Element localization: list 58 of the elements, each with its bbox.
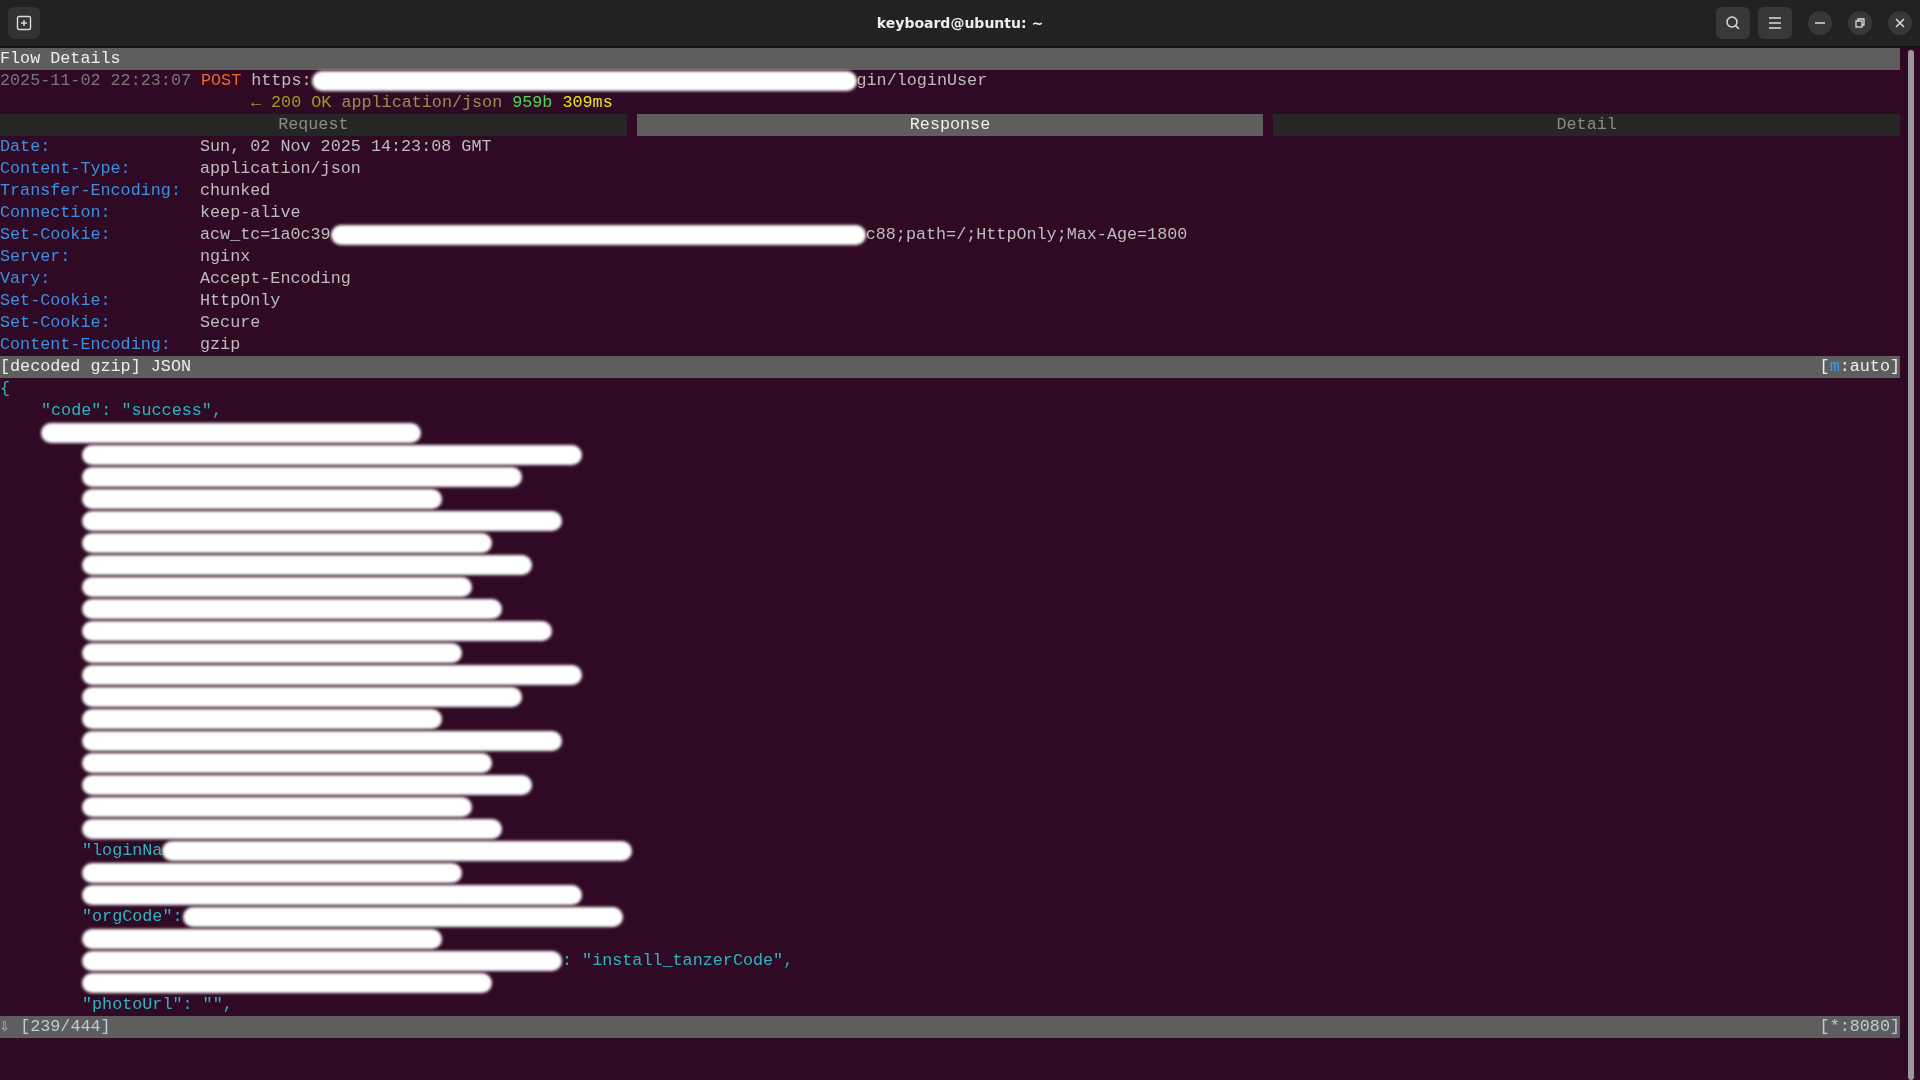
minimize-button[interactable] xyxy=(1808,11,1832,35)
header-value: nginx xyxy=(200,246,251,268)
header-name: Set-Cookie: xyxy=(0,224,112,246)
minimize-icon xyxy=(1815,22,1825,24)
scroll-position: ⇩ [239/444] xyxy=(0,1016,111,1038)
json-line: : "install_tanzerCode", xyxy=(562,950,794,972)
header-value: keep-alive xyxy=(200,202,301,224)
content-type: application/json xyxy=(341,92,503,114)
close-button[interactable] xyxy=(1888,11,1912,35)
restore-button[interactable] xyxy=(1848,11,1872,35)
http-method: POST xyxy=(201,70,242,92)
header-name: Date: xyxy=(0,136,52,158)
search-icon xyxy=(1725,15,1741,31)
header-value: acw_tc=1a0c39 xyxy=(200,224,331,246)
header-value: Secure xyxy=(200,312,261,334)
json-line: "code": "success", xyxy=(41,400,222,422)
header-value: application/json xyxy=(200,158,361,180)
json-line: "loginNa xyxy=(82,840,163,862)
header-name: Content-Encoding: xyxy=(0,334,172,356)
header-value: c88;path=/;HttpOnly;Max-Age=1800 xyxy=(865,224,1188,246)
header-name: Connection: xyxy=(0,202,112,224)
listen-address: [*:8080] xyxy=(1819,1016,1900,1038)
search-button[interactable] xyxy=(1716,7,1750,39)
panel-title: Flow Details xyxy=(0,48,121,70)
response-time: 309ms xyxy=(562,92,613,114)
json-line: "photoUrl": "", xyxy=(82,994,233,1016)
header-name: Transfer-Encoding: xyxy=(0,180,182,202)
timestamp: 2025-11-02 22:23:07 xyxy=(0,70,191,92)
header-value: Accept-Encoding xyxy=(200,268,351,290)
tab[interactable]: Response xyxy=(636,114,1264,136)
menu-icon xyxy=(1768,17,1782,29)
header-name: Server: xyxy=(0,246,72,268)
header-value: chunked xyxy=(200,180,271,202)
content-view-label: [decoded gzip] JSON xyxy=(0,356,191,378)
scrollbar[interactable] xyxy=(1908,50,1914,1080)
view-mode: [m:auto] xyxy=(1819,356,1900,378)
header-name: Set-Cookie: xyxy=(0,290,112,312)
json-line: { xyxy=(0,378,11,400)
url-end: gin/loginUser xyxy=(856,70,988,92)
url-start: https: xyxy=(251,70,312,92)
close-icon xyxy=(1895,18,1905,28)
header-value: HttpOnly xyxy=(200,290,281,312)
json-line: "orgCode": xyxy=(82,906,183,928)
menu-button[interactable] xyxy=(1758,7,1792,39)
response-size: 959b xyxy=(512,92,553,114)
header-name: Content-Type: xyxy=(0,158,132,180)
new-tab-icon xyxy=(16,15,32,31)
window-title: keyboard@ubuntu: ~ xyxy=(876,15,1044,31)
header-name: Set-Cookie: xyxy=(0,312,112,334)
header-value: gzip xyxy=(200,334,241,356)
new-tab-button[interactable] xyxy=(8,7,40,39)
header-name: Vary: xyxy=(0,268,52,290)
header-value: Sun, 02 Nov 2025 14:23:08 GMT xyxy=(200,136,492,158)
tab[interactable]: Request xyxy=(0,114,627,136)
status-code: 200 OK xyxy=(271,92,332,114)
restore-icon xyxy=(1855,18,1865,28)
response-arrow: ← xyxy=(251,92,262,114)
tab[interactable]: Detail xyxy=(1273,114,1900,136)
